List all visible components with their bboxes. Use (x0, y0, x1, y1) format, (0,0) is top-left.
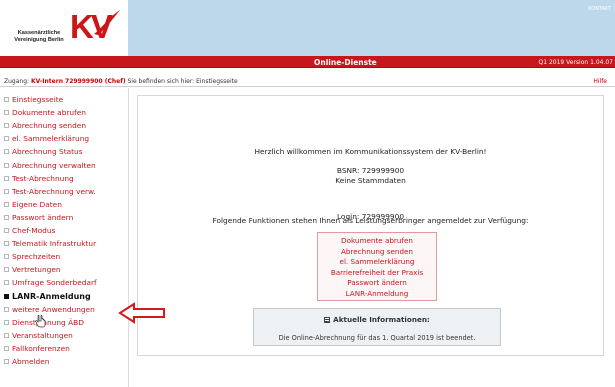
sidebar-item[interactable]: Dokumente abrufen (4, 107, 86, 119)
bullet-icon (4, 97, 9, 102)
sidebar-item-label: Dienstplanung ÄBD (12, 317, 84, 327)
sidebar-item[interactable]: Fallkonferenzen (4, 343, 70, 355)
bullet-icon (4, 241, 9, 247)
sidebar-item[interactable]: Passwort ändern (4, 212, 73, 224)
bullet-icon (4, 123, 9, 129)
bullet-icon (4, 175, 9, 181)
sidebar-item-label: Sprechzeiten (12, 252, 61, 262)
sidebar-item-label: Vertretungen (12, 265, 61, 275)
sidebar-item-label: Abrechnung senden (12, 121, 87, 131)
function-link[interactable]: Passwort ändern (318, 278, 436, 288)
sidebar-item[interactable]: Telematik Infrastruktur (4, 238, 96, 250)
sidebar-item-label: Einstiegsseite (12, 95, 64, 104)
logo-text: Kassenärztliche Vereinigung Berlin (14, 30, 64, 43)
sidebar-item-label: LANR-Anmeldung (12, 291, 91, 301)
function-link[interactable]: el. Sammelerklärung (318, 257, 436, 267)
bullet-icon (4, 149, 9, 155)
sidebar-item-label: Eigene Daten (12, 199, 62, 209)
info-message: Die Online-Abrechnung für das 1. Quartal… (278, 334, 476, 342)
sidebar-item[interactable]: Eigene Daten (4, 199, 62, 211)
sidebar-item-label: weitere Anwendungen (12, 304, 95, 314)
status-bar: Zugang: KV-Intern 729999900 (Chef) Sie b… (0, 75, 615, 87)
function-link[interactable]: Abrechnung senden (318, 247, 436, 257)
bullet-icon (4, 280, 9, 286)
sidebar-item-label: Abrechnung verwalten (12, 160, 96, 170)
sidebar-item[interactable]: weitere Anwendungen (4, 304, 95, 316)
function-link[interactable]: LANR-Anmeldung (318, 289, 436, 299)
sidebar-item[interactable]: Veranstaltungen (4, 330, 73, 342)
logo[interactable]: Kassenärztliche Vereinigung Berlin KV (0, 0, 128, 56)
stammdaten-text: Keine Stammdaten (335, 176, 406, 185)
info-heading: Aktuelle Informationen: (254, 315, 500, 324)
red-arrow-icon (118, 302, 165, 324)
sidebar-item[interactable]: Abrechnung senden (4, 120, 86, 132)
sidebar-item-label: Passwort ändern (12, 212, 74, 222)
hand-cursor-icon (35, 315, 46, 328)
sidebar-item[interactable]: Abmelden (4, 356, 49, 368)
sidebar-item-label: Fallkonferenzen (12, 343, 70, 353)
sidebar-item[interactable]: Abrechnung verwalten (4, 160, 96, 172)
sidebar-item[interactable]: LANR-Anmeldung (4, 291, 91, 303)
bullet-icon (4, 110, 9, 116)
sidebar-item[interactable]: Test-Abrechnung (4, 173, 74, 185)
logo-swoosh-icon (94, 10, 120, 35)
bullet-icon (4, 162, 9, 168)
function-link[interactable]: Dokumente abrufen (318, 236, 436, 246)
function-link[interactable]: Barrierefreiheit der Praxis (318, 268, 436, 278)
version-label: Q1 2019 Version 1.04.07 (538, 59, 614, 66)
bullet-icon (4, 332, 9, 338)
page-title: Online-Dienste (314, 58, 377, 67)
help-link[interactable]: Hilfe (593, 78, 607, 85)
sidebar-item-label: Test-Abrechnung (12, 173, 74, 183)
sidebar-item-label: Dokumente abrufen (12, 108, 86, 118)
sidebar-item-label: Telematik Infrastruktur (12, 239, 97, 249)
sidebar-item[interactable]: Sprechzeiten (4, 251, 60, 263)
bullet-icon (4, 228, 9, 233)
breadcrumb: Zugang: KV-Intern 729999900 (Chef) Sie b… (4, 78, 238, 85)
sidebar-item[interactable]: Umfrage Sonderbedarf (4, 277, 97, 289)
sidebar-nav: Einstiegsseite Dokumente abrufen Abrechnun… (0, 88, 129, 387)
bullet-icon (4, 136, 9, 142)
bullet-icon (4, 359, 9, 364)
sidebar-item[interactable]: Vertretungen (4, 264, 61, 276)
bullet-icon (4, 345, 9, 351)
info-list-icon (324, 317, 331, 323)
sidebar-item-label: Chef-Modus (12, 226, 56, 235)
bullet-icon (4, 319, 9, 325)
bullet-icon (4, 293, 9, 299)
functions-box: Dokumente abrufen Abrechnung senden el. Sa… (317, 232, 437, 301)
welcome-text: Herzlich willkommen im Kommunikationssys… (254, 147, 487, 156)
bsnr-text: BSNR: 729999900 (336, 166, 405, 175)
bullet-icon (4, 188, 9, 194)
access-user: KV-Intern 729999900 (Chef) (30, 78, 126, 85)
functions-intro: Folgende Funktionen stehen Ihnen als Lei… (212, 216, 529, 225)
bullet-icon (4, 214, 9, 220)
sidebar-item[interactable]: Test-Abrechnung verw. (4, 186, 96, 198)
sidebar-item-label: el. Sammelerklärung (12, 134, 90, 144)
sidebar-item-label: Umfrage Sonderbedarf (12, 278, 97, 288)
sidebar-item-label: Test-Abrechnung verw. (12, 186, 96, 196)
sidebar-item-label: Abrechnung Status (12, 147, 83, 157)
sidebar-item[interactable]: Einstiegsseite (4, 94, 63, 106)
bullet-icon (4, 201, 9, 207)
bullet-icon (4, 267, 9, 273)
sidebar-item-label: Veranstaltungen (12, 330, 73, 340)
sidebar-item-label: Abmelden (12, 357, 50, 366)
bullet-icon (4, 306, 9, 312)
title-bar (0, 56, 615, 68)
header-banner: KONTAKT (128, 0, 615, 56)
info-box: Aktuelle Informationen: Die Online-Abrec… (253, 308, 501, 346)
kontakt-link[interactable]: KONTAKT (588, 6, 611, 12)
sidebar-item[interactable]: Abrechnung Status (4, 146, 83, 158)
sidebar-item[interactable]: el. Sammelerklärung (4, 133, 89, 145)
sidebar-item[interactable]: Chef-Modus (4, 225, 55, 237)
bullet-icon (4, 254, 9, 260)
